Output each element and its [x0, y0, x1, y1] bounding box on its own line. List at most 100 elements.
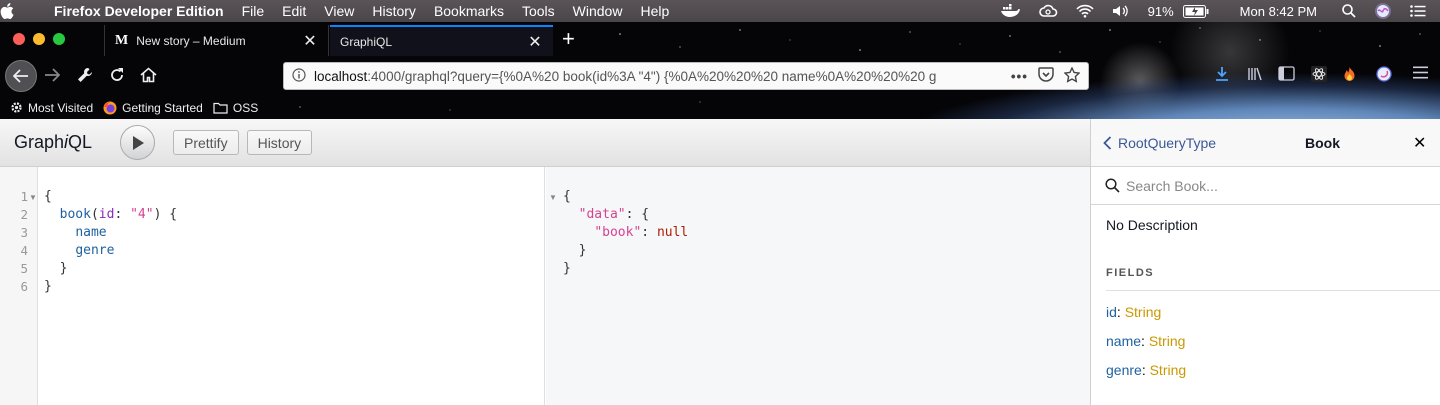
line-number: 6 [20, 279, 28, 294]
wifi-icon[interactable] [1067, 4, 1103, 18]
prettify-button[interactable]: Prettify [173, 130, 239, 155]
field-type-link[interactable]: String [1149, 333, 1186, 349]
creative-cloud-icon[interactable] [1029, 4, 1067, 18]
line-number: 2 [20, 207, 28, 222]
extension-flame-icon[interactable] [1342, 66, 1357, 86]
bookmark-most-visited[interactable]: Most Visited [10, 101, 93, 115]
apple-menu-icon[interactable] [0, 3, 46, 19]
field-type-link[interactable]: String [1150, 362, 1187, 378]
url-text[interactable]: localhost:4000/graphql?query={%0A%20 boo… [314, 69, 1011, 84]
gear-icon [11, 102, 22, 113]
tab-graphiql[interactable]: GraphiQL ✕ [330, 25, 553, 56]
field-name-link[interactable]: id [1106, 304, 1117, 320]
result-viewer[interactable]: ▼ { "data": { "book": null } } [546, 167, 1090, 405]
result-code: { "data": { "book": null } } [563, 189, 689, 276]
page-actions-icon[interactable]: ••• [1011, 69, 1028, 84]
url-bar[interactable]: localhost:4000/graphql?query={%0A%20 boo… [283, 62, 1089, 90]
bookmark-folder-oss[interactable]: OSS [213, 101, 258, 115]
documentation-explorer: RootQueryType Book ✕ No Description FIEL… [1090, 119, 1440, 405]
siri-icon[interactable] [1365, 2, 1401, 20]
menu-file[interactable]: File [233, 3, 274, 19]
site-info-icon[interactable] [284, 67, 314, 85]
clock[interactable]: Mon 8:42 PM [1218, 4, 1333, 19]
new-tab-button[interactable]: + [562, 28, 575, 50]
menu-history[interactable]: History [363, 3, 425, 19]
notification-center-icon[interactable] [1401, 5, 1440, 17]
query-arg-name: id [98, 207, 115, 222]
graphiql-logo: GraphiQL [14, 132, 93, 152]
type-description: No Description [1106, 217, 1198, 233]
pocket-icon[interactable] [1038, 67, 1054, 85]
tab-close-icon[interactable]: ✕ [527, 32, 543, 52]
forward-button[interactable] [44, 68, 60, 82]
line-number: 5 [20, 261, 28, 276]
back-button[interactable] [5, 60, 37, 92]
navigation-toolbar: localhost:4000/graphql?query={%0A%20 boo… [0, 56, 1440, 96]
docs-back-link[interactable]: RootQueryType [1103, 135, 1216, 151]
bookmark-getting-started[interactable]: Getting Started [103, 101, 203, 115]
tab-title: New story – Medium [136, 33, 246, 48]
home-button[interactable] [140, 67, 157, 83]
close-window-button[interactable] [13, 33, 25, 45]
fold-arrow-icon[interactable]: ▼ [549, 193, 557, 202]
line-number: 4 [20, 243, 28, 258]
field-name-link[interactable]: genre [1106, 362, 1142, 378]
graphiql-app: GraphiQL Prettify History 1 2 3 4 5 6 ▼ … [0, 119, 1440, 405]
query-field-book: book [59, 207, 91, 222]
docs-search [1091, 167, 1440, 205]
reload-button[interactable] [109, 67, 125, 83]
graphiql-toolbar: GraphiQL Prettify History [0, 119, 1090, 167]
field-genre: genre: String [1106, 362, 1187, 378]
docs-back-label: RootQueryType [1118, 134, 1217, 151]
extension-globe-icon[interactable] [1376, 66, 1392, 86]
docs-close-icon[interactable]: ✕ [1413, 133, 1426, 153]
bookmark-star-icon[interactable] [1063, 65, 1081, 86]
battery-icon[interactable] [1182, 4, 1218, 18]
field-id: id: String [1106, 304, 1162, 320]
volume-icon[interactable] [1103, 4, 1139, 18]
library-icon[interactable] [1247, 66, 1263, 86]
minimize-window-button[interactable] [33, 33, 45, 45]
menu-view[interactable]: View [315, 3, 363, 19]
docker-icon[interactable] [991, 4, 1029, 18]
menu-tools[interactable]: Tools [513, 3, 564, 19]
tab-title: GraphiQL [340, 34, 393, 49]
query-editor[interactable]: 1 2 3 4 5 6 ▼ { book(id: "4") { name gen… [0, 167, 545, 405]
line-number-gutter: 1 2 3 4 5 6 ▼ [0, 167, 38, 405]
history-button[interactable]: History [246, 130, 313, 155]
docs-search-input[interactable] [1126, 177, 1406, 194]
battery-percentage: 91% [1147, 3, 1174, 19]
field-type-link[interactable]: String [1125, 304, 1162, 320]
medium-favicon-icon: M [115, 32, 129, 48]
browser-chrome: M New story – Medium ✕ GraphiQL ✕ + loca… [0, 22, 1440, 119]
app-menu[interactable]: Firefox Developer Edition [46, 3, 233, 19]
url-host: localhost [314, 68, 368, 84]
menu-help[interactable]: Help [631, 3, 678, 19]
search-icon [1105, 178, 1120, 193]
brace: } [59, 261, 68, 276]
menu-bookmarks[interactable]: Bookmarks [425, 3, 513, 19]
fold-arrow-icon[interactable]: ▼ [29, 193, 37, 202]
hamburger-menu-icon[interactable] [1413, 66, 1428, 83]
tab-close-icon[interactable]: ✕ [302, 31, 318, 51]
downloads-icon[interactable] [1214, 66, 1230, 86]
menu-window[interactable]: Window [564, 3, 632, 19]
query-code[interactable]: { book(id: "4") { name genre } } [44, 188, 177, 296]
brace: } [44, 279, 52, 294]
zoom-window-button[interactable] [53, 33, 65, 45]
bookmark-label: Most Visited [28, 100, 94, 115]
line-number: 1 [20, 189, 28, 204]
react-devtools-icon[interactable] [1311, 66, 1327, 86]
execute-query-button[interactable] [120, 125, 155, 160]
firefox-icon [103, 101, 117, 114]
spotlight-search-icon[interactable] [1333, 4, 1365, 18]
menu-edit[interactable]: Edit [273, 3, 315, 19]
wrench-icon[interactable] [77, 67, 93, 83]
tab-medium[interactable]: M New story – Medium ✕ [104, 25, 329, 56]
divider [1106, 290, 1440, 291]
bookmark-label: Getting Started [122, 100, 203, 115]
query-field-name: name [75, 225, 107, 240]
docs-title: Book [1305, 134, 1340, 151]
sidebar-toggle-icon[interactable] [1278, 66, 1295, 85]
field-name-link[interactable]: name [1106, 333, 1141, 349]
